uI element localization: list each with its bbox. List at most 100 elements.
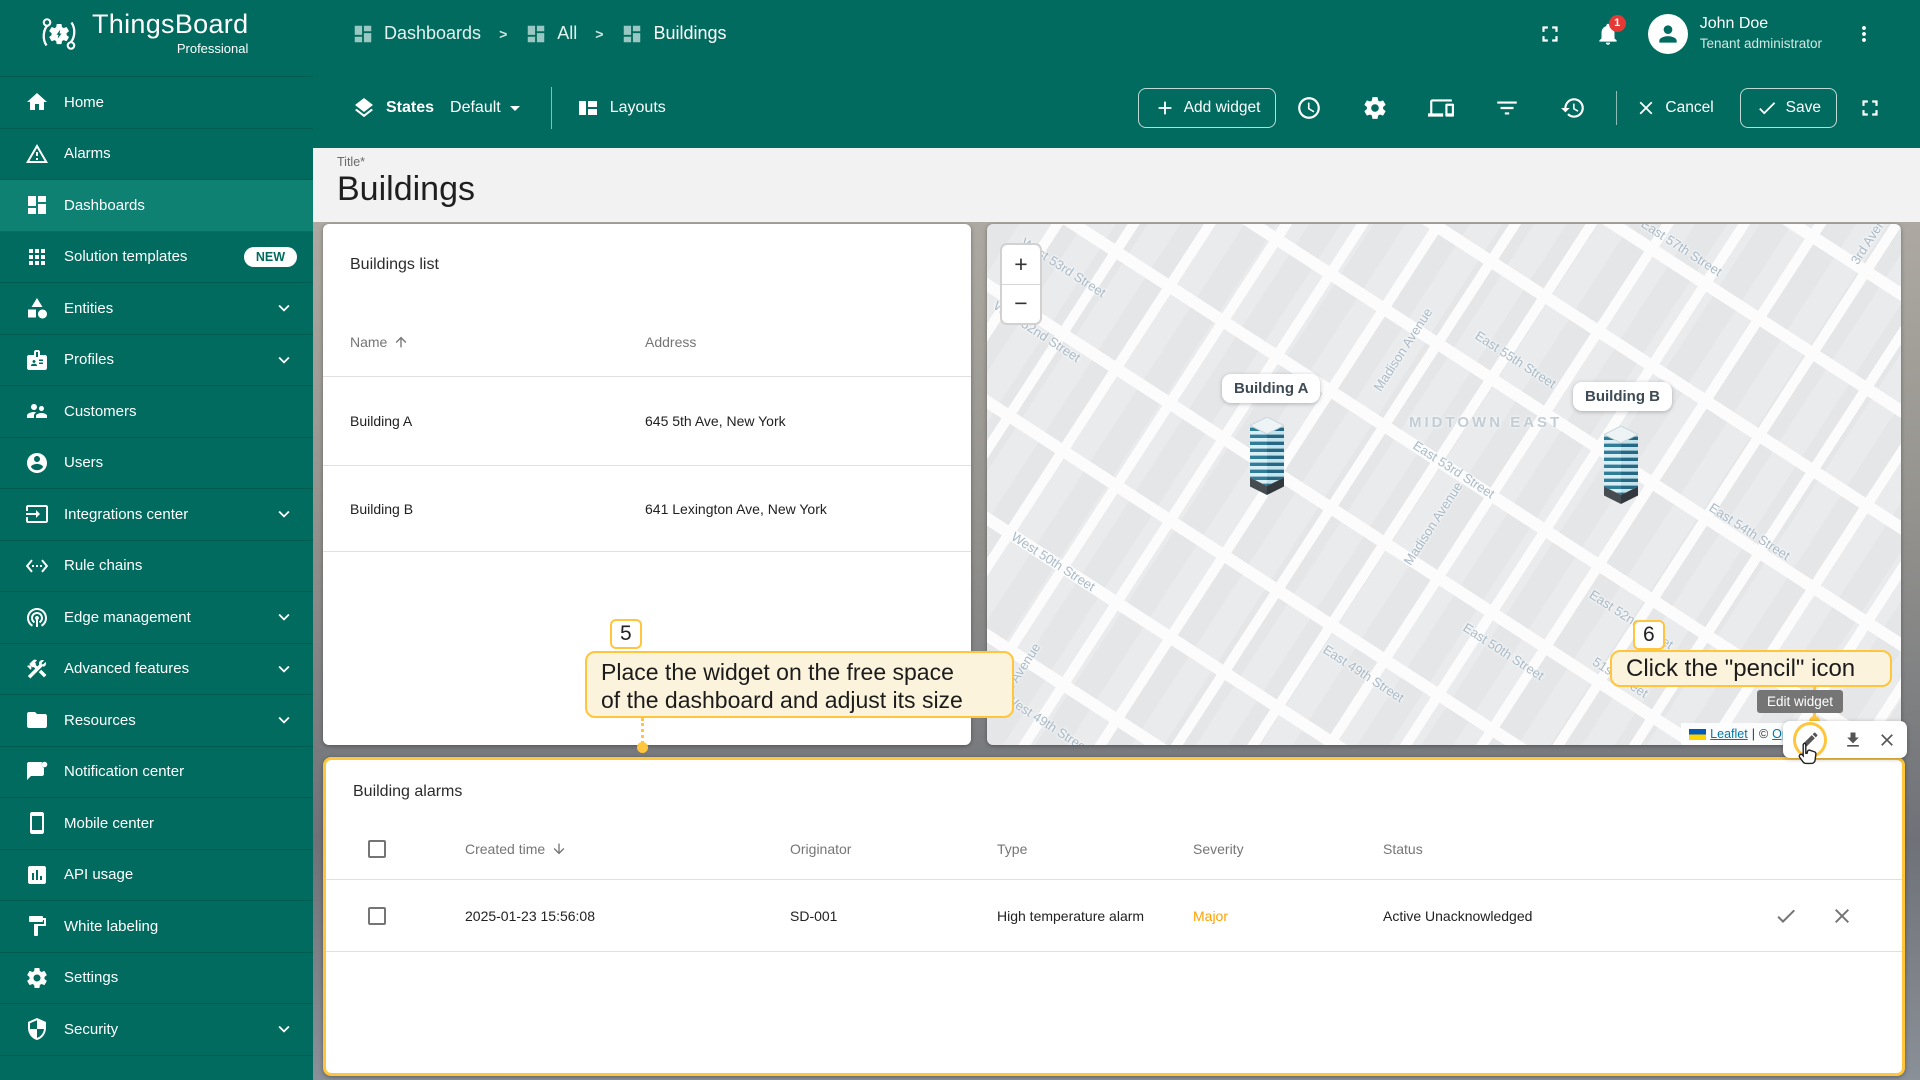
zoom-out-button[interactable]: − <box>1002 285 1040 324</box>
user-info[interactable]: John Doe Tenant administrator <box>1700 14 1822 52</box>
sidebar-item-users[interactable]: Users <box>0 438 313 490</box>
chevron-down-icon <box>273 297 295 319</box>
save-button[interactable]: Save <box>1740 88 1837 128</box>
people-icon <box>25 399 49 423</box>
column-header-status[interactable]: Status <box>1383 841 1742 857</box>
clear-alarm-icon[interactable] <box>1830 904 1854 928</box>
app-logo[interactable]: ThingsBoard Professional <box>0 0 313 67</box>
severity-value: Major <box>1193 908 1383 924</box>
notification-count-badge: 1 <box>1609 15 1626 32</box>
home-icon <box>25 90 49 114</box>
new-badge: NEW <box>244 247 297 267</box>
breadcrumb-all[interactable]: All <box>525 23 577 45</box>
column-header-name[interactable]: Name <box>350 334 645 350</box>
state-select[interactable]: Default <box>450 96 527 120</box>
sidebar-item-integrations-center[interactable]: Integrations center <box>0 489 313 541</box>
sidebar-item-rule-chains[interactable]: Rule chains <box>0 541 313 593</box>
street-label: East 55th Street <box>1472 328 1558 391</box>
avatar[interactable] <box>1648 14 1688 54</box>
brand-name: ThingsBoard <box>92 11 248 38</box>
column-header-created-time[interactable]: Created time <box>465 841 790 857</box>
sidebar-item-profiles[interactable]: Profiles <box>0 335 313 387</box>
sidebar-item-security[interactable]: Security <box>0 1004 313 1056</box>
sidebar-item-edge-management[interactable]: Edge management <box>0 592 313 644</box>
row-checkbox[interactable] <box>368 907 386 925</box>
phone-icon <box>25 811 49 835</box>
chat-icon <box>25 760 49 784</box>
more-menu-button[interactable] <box>1844 14 1884 54</box>
zoom-in-button[interactable]: + <box>1002 245 1040 284</box>
table-row[interactable]: Building A 645 5th Ave, New York <box>323 377 971 466</box>
notifications-button[interactable]: 1 <box>1588 14 1628 54</box>
chevron-down-icon <box>273 709 295 731</box>
table-row[interactable]: Building B 641 Lexington Ave, New York <box>323 466 971 552</box>
ukraine-flag-icon <box>1689 729 1706 740</box>
expand-dashboard-button[interactable] <box>1850 88 1890 128</box>
sidebar-item-solution-templates[interactable]: Solution templates NEW <box>0 232 313 284</box>
filter-icon <box>1494 95 1520 121</box>
dashboards-icon <box>352 23 374 45</box>
time-window-button[interactable] <box>1289 88 1329 128</box>
add-widget-button[interactable]: Add widget <box>1138 88 1277 128</box>
street-label: East 50th Street <box>1460 620 1546 683</box>
column-header-address[interactable]: Address <box>645 334 947 350</box>
dashboard-settings-button[interactable] <box>1355 88 1395 128</box>
street-label: 3rd Avenue <box>1848 224 1896 267</box>
breadcrumb-dashboards[interactable]: Dashboards <box>352 23 481 45</box>
sidebar-item-settings[interactable]: Settings <box>0 953 313 1005</box>
fullscreen-icon <box>1857 95 1883 121</box>
ethernet-icon <box>25 554 49 578</box>
sidebar-item-customers[interactable]: Customers <box>0 386 313 438</box>
page-title[interactable]: Buildings <box>337 170 1920 209</box>
chevron-down-icon <box>273 658 295 680</box>
cancel-button[interactable]: Cancel <box>1627 97 1721 119</box>
street-label: West 49th Street <box>1003 691 1092 745</box>
caret-down-icon <box>503 96 527 120</box>
alarm-row[interactable]: 2025-01-23 15:56:08 SD-001 High temperat… <box>326 880 1902 952</box>
states-button[interactable]: States <box>352 96 434 120</box>
breadcrumb-buildings[interactable]: Buildings <box>621 23 726 45</box>
sidebar-item-advanced-features[interactable]: Advanced features <box>0 644 313 696</box>
tutorial-callout-5: Place the widget on the free space of th… <box>585 651 1014 718</box>
layouts-button[interactable]: Layouts <box>576 96 666 120</box>
column-header-severity[interactable]: Severity <box>1193 841 1383 857</box>
street-label: Madison Avenue <box>1371 305 1436 394</box>
sidebar-item-api-usage[interactable]: API usage <box>0 850 313 902</box>
sidebar-item-white-labeling[interactable]: White labeling <box>0 901 313 953</box>
dashboards-icon <box>25 193 49 217</box>
toolbar-divider <box>1616 91 1617 125</box>
sidebar-item-notification-center[interactable]: Notification center <box>0 747 313 799</box>
filter-button[interactable] <box>1487 88 1527 128</box>
alarms-table-header: Created time Originator Type Severity St… <box>326 818 1902 880</box>
building-marker-icon[interactable] <box>1250 417 1284 495</box>
manage-layouts-button[interactable] <box>1421 88 1461 128</box>
version-history-button[interactable] <box>1553 88 1593 128</box>
fullscreen-button[interactable] <box>1530 14 1570 54</box>
sort-desc-icon <box>551 841 567 857</box>
sidebar-item-home[interactable]: Home <box>0 77 313 129</box>
sidebar: ThingsBoard Professional Home Alarms Das… <box>0 0 313 1080</box>
select-all-checkbox[interactable] <box>368 840 386 858</box>
layers-icon <box>352 96 376 120</box>
map-marker-label[interactable]: Building B <box>1573 382 1672 411</box>
sidebar-item-dashboards[interactable]: Dashboards <box>0 180 313 232</box>
sidebar-item-entities[interactable]: Entities <box>0 283 313 335</box>
sidebar-item-mobile-center[interactable]: Mobile center <box>0 798 313 850</box>
building-alarms-widget: Building alarms Created time Originator … <box>323 757 1905 1076</box>
sidebar-item-alarms[interactable]: Alarms <box>0 129 313 181</box>
sidebar-item-resources[interactable]: Resources <box>0 695 313 747</box>
acknowledge-icon[interactable] <box>1774 904 1798 928</box>
map-marker-label[interactable]: Building A <box>1222 374 1320 403</box>
dashboards-icon <box>621 23 643 45</box>
warning-icon <box>25 142 49 166</box>
title-field-label: Title* <box>337 155 1920 169</box>
leaflet-link[interactable]: Leaflet <box>1710 727 1748 741</box>
kebab-icon <box>1852 22 1876 46</box>
chevron-down-icon <box>273 349 295 371</box>
download-widget-button[interactable] <box>1843 730 1863 750</box>
building-marker-icon[interactable] <box>1604 426 1638 504</box>
column-header-type[interactable]: Type <box>997 841 1193 857</box>
column-header-originator[interactable]: Originator <box>790 841 997 857</box>
tutorial-step-number: 6 <box>1633 620 1665 650</box>
remove-widget-button[interactable] <box>1877 730 1897 750</box>
